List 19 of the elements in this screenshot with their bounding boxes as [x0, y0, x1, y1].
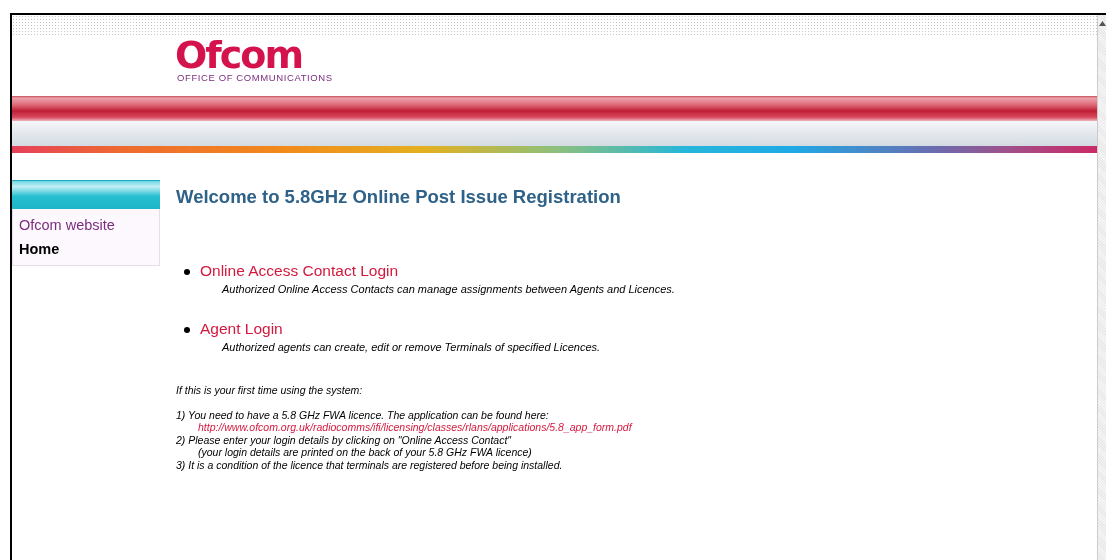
logo-wordmark: Ofcom: [175, 37, 303, 73]
instruction-step: 2) Please enter your login details by clicking on "Online Access Contact": [176, 433, 675, 447]
login-description: Authorized Online Access Contacts can manage assignments between Agents and Licences.: [222, 282, 675, 296]
scrollbar[interactable]: [1097, 15, 1106, 560]
instruction-step: 1) You need to have a 5.8 GHz FWA licence. The application can be found here:: [176, 408, 675, 422]
logo-tagline: OFFICE OF COMMUNICATIONS: [177, 73, 334, 83]
instructions-intro: If this is your first time using the system:: [176, 383, 364, 397]
instruction-step: 3) It is a condition of the licence that terminals are registered before being installed.: [176, 458, 675, 472]
login-description: Authorized agents can create, edit or remove Terminals of specified Licences.: [222, 340, 601, 354]
bullet-icon: [184, 326, 190, 333]
page-heading: Welcome to 5.8GHz Online Post Issue Registration: [176, 185, 622, 209]
login-link[interactable]: Online Access Contact Login: [200, 260, 399, 281]
instruction-note: (your login details are printed on the back of your 5.8 GHz FWA licence): [198, 446, 533, 459]
sidebar-link[interactable]: Ofcom website: [19, 213, 153, 237]
form-link[interactable]: http://www.ofcom.org.uk/radiocomms/ifi/licensing/classes/rlans/applications/5.8_app_form.pdf: [198, 421, 632, 434]
scroll-up-icon[interactable]: [1098, 21, 1106, 26]
bullet-icon: [184, 268, 190, 275]
login-link[interactable]: Agent Login: [200, 318, 283, 339]
sidebar-link[interactable]: Home: [19, 237, 153, 261]
